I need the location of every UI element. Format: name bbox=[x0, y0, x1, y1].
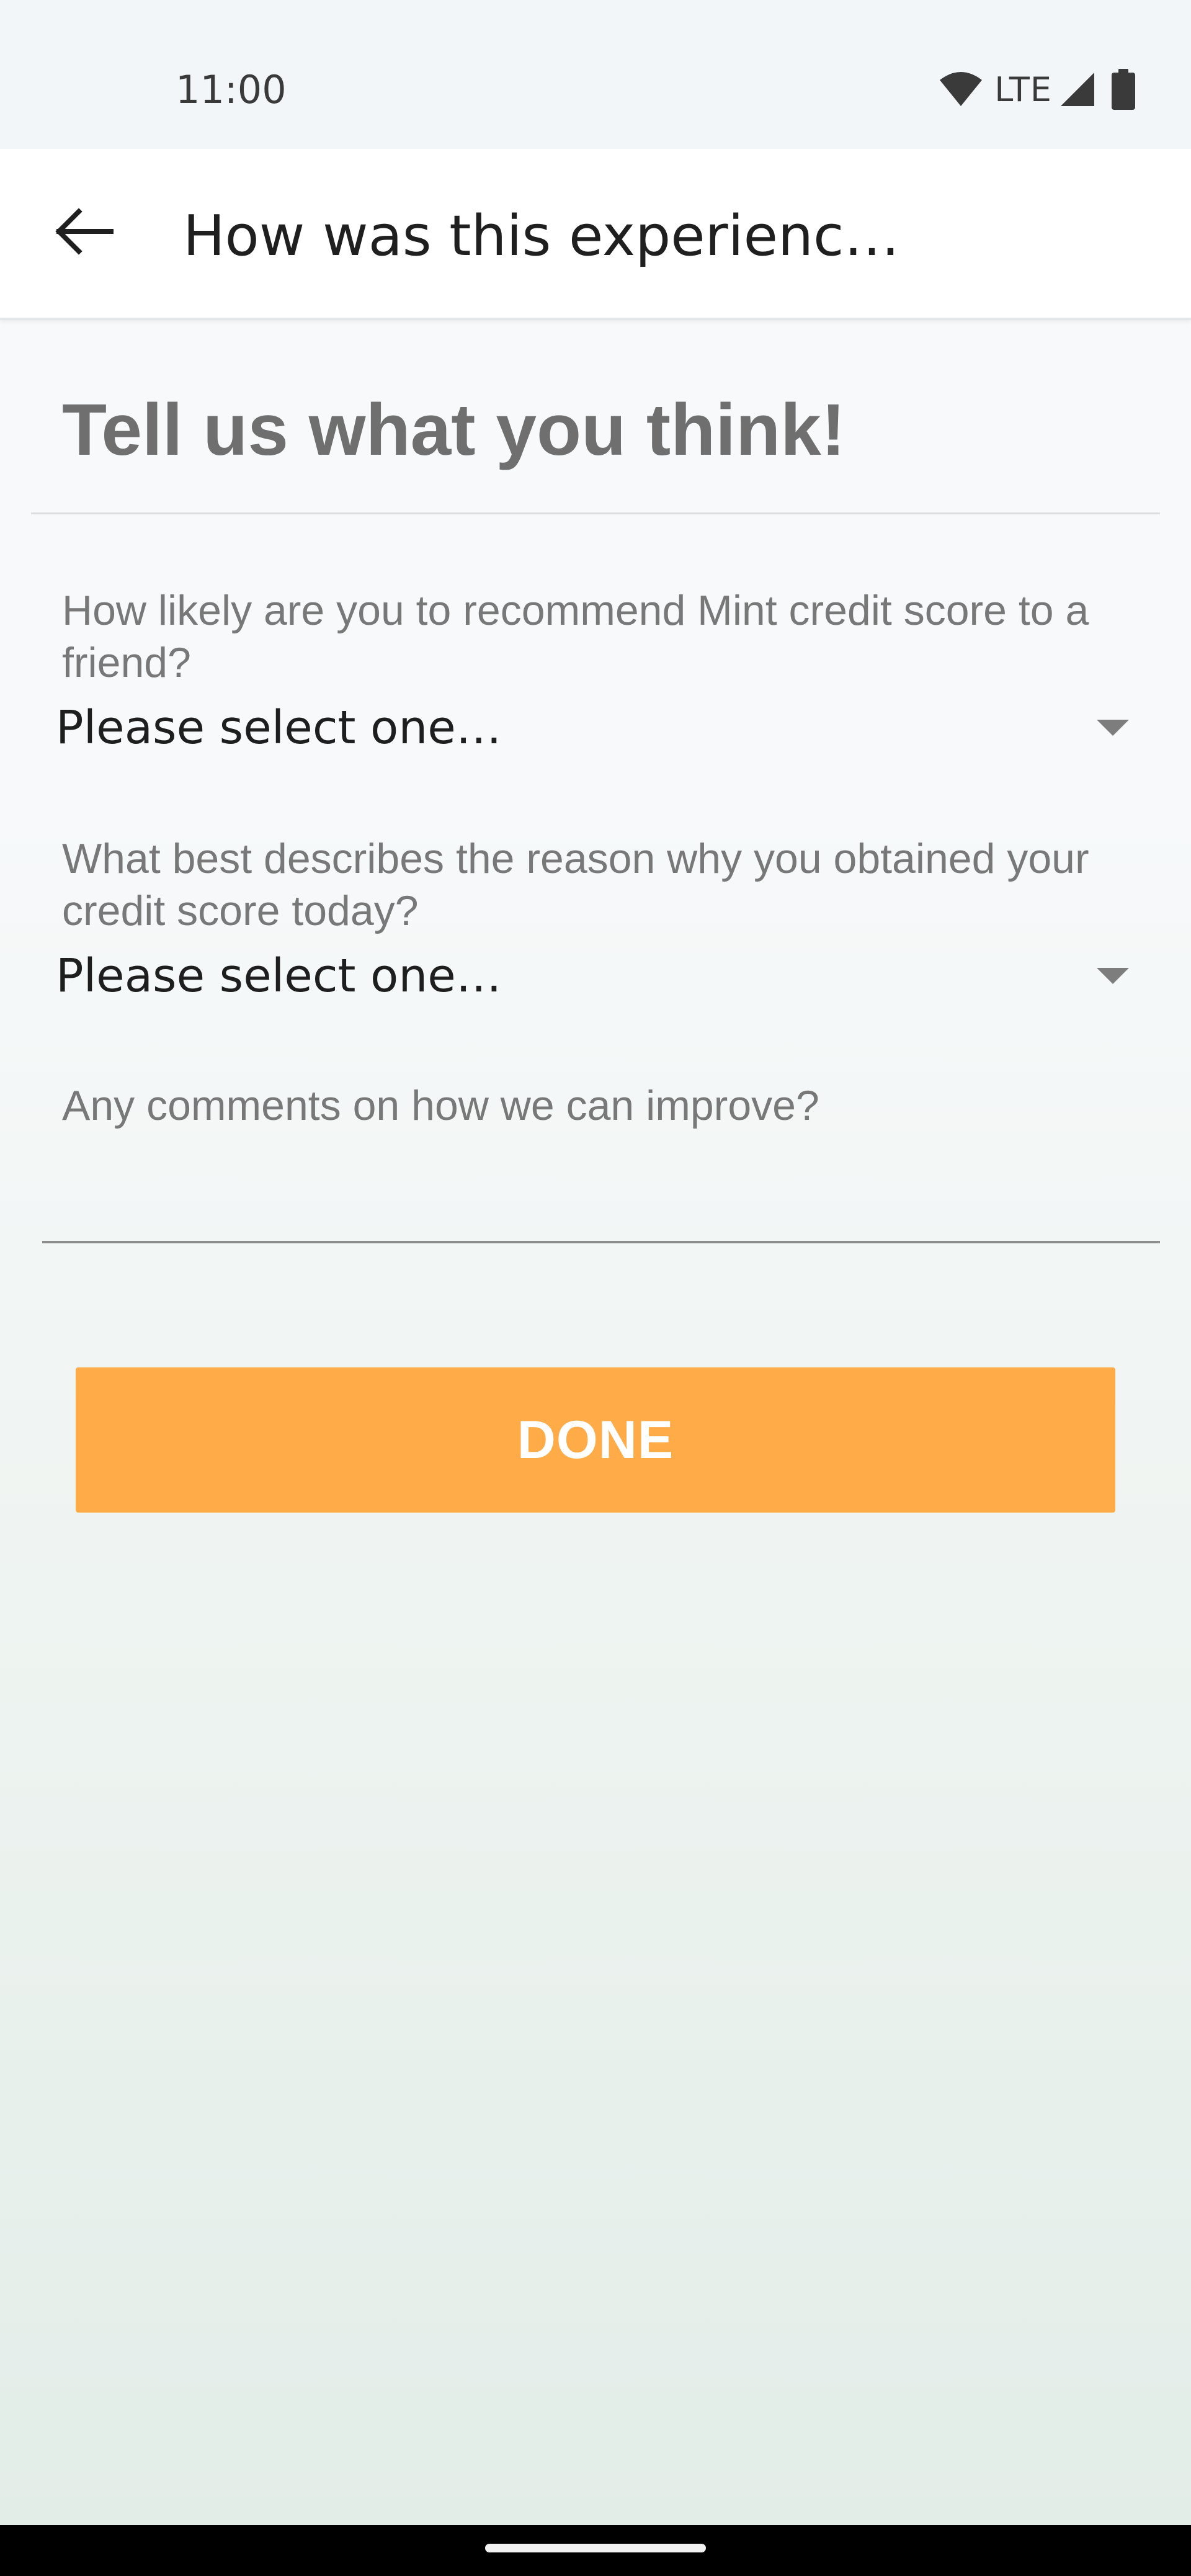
recommend-question-label: How likely are you to recommend Mint cre… bbox=[62, 587, 1089, 686]
app-bar: How was this experienc… bbox=[0, 149, 1191, 320]
reason-question-label: What best describes the reason why you o… bbox=[62, 835, 1089, 934]
status-icons: LTE bbox=[939, 68, 1135, 110]
done-button[interactable]: DONE bbox=[76, 1367, 1115, 1513]
arrow-left-icon bbox=[53, 207, 115, 259]
heading-divider bbox=[31, 512, 1160, 514]
status-bar: 11:00 LTE bbox=[0, 0, 1191, 149]
comments-label: Any comments on how we can improve? bbox=[62, 1082, 819, 1129]
home-indicator[interactable] bbox=[485, 2544, 706, 2552]
reason-select[interactable]: Please select one… bbox=[56, 942, 1129, 1010]
status-time: 11:00 bbox=[176, 67, 287, 112]
form-heading: Tell us what you think! bbox=[62, 389, 846, 471]
battery-icon bbox=[1112, 69, 1135, 110]
recommend-select-value: Please select one… bbox=[56, 701, 502, 754]
cell-signal-icon bbox=[1059, 71, 1095, 107]
app-title: How was this experienc… bbox=[183, 203, 900, 269]
back-button[interactable] bbox=[43, 192, 124, 273]
reason-select-value: Please select one… bbox=[56, 949, 502, 1003]
system-nav-bar bbox=[0, 2525, 1191, 2576]
caret-down-icon bbox=[1097, 720, 1129, 736]
caret-down-icon bbox=[1097, 968, 1129, 984]
network-type: LTE bbox=[994, 69, 1052, 109]
wifi-icon bbox=[939, 71, 983, 107]
comments-input[interactable] bbox=[42, 1154, 1160, 1243]
recommend-select[interactable]: Please select one… bbox=[56, 694, 1129, 762]
